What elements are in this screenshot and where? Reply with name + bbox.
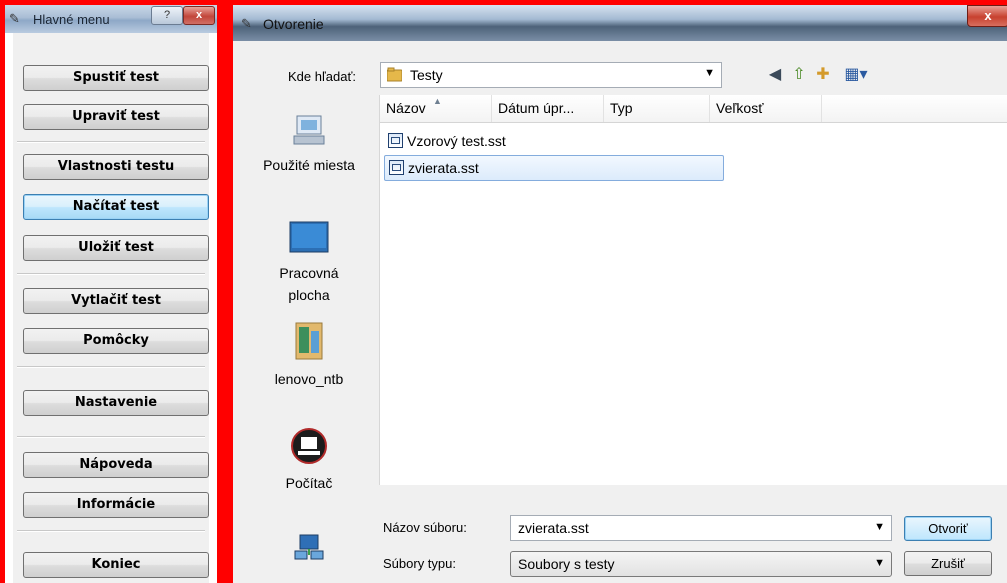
places-bar: Použité miesta Pracovná plocha lenovo_nt… bbox=[241, 95, 377, 583]
place-user[interactable]: lenovo_ntb bbox=[241, 321, 377, 390]
tools-button[interactable]: Pomôcky bbox=[23, 328, 209, 354]
sort-up-icon: ▲ bbox=[433, 96, 442, 106]
place-computer[interactable]: Počítač bbox=[241, 427, 377, 494]
open-button[interactable]: Otvoriť bbox=[904, 516, 992, 541]
edit-test-button[interactable]: Upraviť test bbox=[23, 104, 209, 130]
back-icon[interactable]: ◀ bbox=[765, 65, 785, 85]
open-dialog-titlebar[interactable]: ✎ Otvorenie x bbox=[233, 5, 1007, 41]
computer-icon bbox=[291, 428, 327, 464]
app-icon: ✎ bbox=[9, 11, 20, 26]
place-label: Počítač bbox=[285, 475, 333, 491]
settings-button[interactable]: Nastavenie bbox=[23, 390, 209, 416]
save-test-button[interactable]: Uložiť test bbox=[23, 235, 209, 261]
menu-separator bbox=[17, 366, 205, 368]
main-menu-window: ✎ Hlavné menu ? x Spustiť test Upraviť t… bbox=[5, 5, 217, 583]
chevron-down-icon: ▼ bbox=[704, 67, 715, 79]
exit-button[interactable]: Koniec bbox=[23, 552, 209, 578]
file-item-selected[interactable]: zvierata.sst bbox=[384, 155, 724, 181]
folder-icon bbox=[387, 67, 402, 82]
place-network[interactable] bbox=[241, 533, 377, 566]
new-folder-icon[interactable]: ✚ bbox=[813, 65, 833, 85]
place-label: Použité miesta bbox=[263, 157, 355, 173]
file-list[interactable]: ▲ Názov Dátum úpr... Typ Veľkosť Vzorový… bbox=[379, 95, 1007, 485]
help-menu-button[interactable]: Nápoveda bbox=[23, 452, 209, 478]
place-desktop[interactable]: Pracovná plocha bbox=[241, 221, 377, 306]
recent-places-icon bbox=[293, 115, 325, 145]
file-type-dropdown[interactable]: Soubory s testy ▼ bbox=[510, 551, 892, 577]
column-name[interactable]: ▲ Názov bbox=[380, 95, 492, 122]
chevron-down-icon[interactable]: ▼ bbox=[874, 521, 885, 533]
close-button[interactable]: x bbox=[967, 5, 1007, 27]
place-recent[interactable]: Použité miesta bbox=[241, 113, 377, 176]
menu-separator bbox=[17, 273, 205, 275]
cancel-button[interactable]: Zrušiť bbox=[904, 551, 992, 576]
column-date[interactable]: Dátum úpr... bbox=[492, 95, 604, 122]
look-in-value: Testy bbox=[410, 67, 443, 83]
file-name-value: zvierata.sst bbox=[518, 520, 589, 536]
look-in-dropdown[interactable]: Testy ▼ bbox=[380, 62, 722, 88]
view-menu-icon[interactable]: ▦▾ bbox=[839, 65, 873, 85]
menu-separator bbox=[17, 436, 205, 438]
app-icon: ✎ bbox=[241, 16, 252, 31]
open-dialog: ✎ Otvorenie x Kde hľadať: Testy ▼ ◀ ⇧ ✚ … bbox=[233, 5, 1007, 583]
file-icon bbox=[389, 160, 404, 175]
close-button[interactable]: x bbox=[183, 6, 215, 25]
load-test-button[interactable]: Načítať test bbox=[23, 194, 209, 220]
test-properties-button[interactable]: Vlastnosti testu bbox=[23, 154, 209, 180]
file-type-value: Soubory s testy bbox=[518, 556, 615, 572]
file-name-input[interactable]: zvierata.sst ▼ bbox=[510, 515, 892, 541]
look-in-label: Kde hľadať: bbox=[288, 69, 356, 84]
menu-separator bbox=[17, 530, 205, 532]
column-header: ▲ Názov Dátum úpr... Typ Veľkosť bbox=[380, 95, 1007, 123]
file-name-label: Názov súboru: bbox=[383, 520, 467, 535]
menu-separator bbox=[17, 141, 205, 143]
main-menu-panel: Spustiť test Upraviť test Vlastnosti tes… bbox=[13, 33, 209, 583]
help-button[interactable]: ? bbox=[151, 6, 183, 25]
file-name: zvierata.sst bbox=[408, 160, 479, 176]
desktop-icon bbox=[289, 221, 329, 253]
up-folder-icon[interactable]: ⇧ bbox=[789, 65, 809, 85]
column-label: Názov bbox=[386, 100, 426, 116]
place-label: Pracovná plocha bbox=[279, 265, 339, 303]
open-dialog-title: Otvorenie bbox=[263, 16, 324, 32]
about-button[interactable]: Informácie bbox=[23, 492, 209, 518]
run-test-button[interactable]: Spustiť test bbox=[23, 65, 209, 91]
main-menu-title: Hlavné menu bbox=[33, 12, 110, 27]
file-item[interactable]: Vzorový test.sst bbox=[384, 129, 528, 153]
main-menu-titlebar[interactable]: ✎ Hlavné menu ? x bbox=[5, 5, 217, 33]
file-type-label: Súbory typu: bbox=[383, 556, 456, 571]
user-folder-icon bbox=[295, 322, 323, 360]
chevron-down-icon: ▼ bbox=[874, 557, 885, 569]
file-icon bbox=[388, 133, 403, 148]
file-name: Vzorový test.sst bbox=[407, 133, 506, 149]
print-test-button[interactable]: Vytlačiť test bbox=[23, 288, 209, 314]
network-icon bbox=[294, 534, 324, 560]
column-size[interactable]: Veľkosť bbox=[710, 95, 822, 122]
column-type[interactable]: Typ bbox=[604, 95, 710, 122]
place-label: lenovo_ntb bbox=[274, 371, 344, 387]
